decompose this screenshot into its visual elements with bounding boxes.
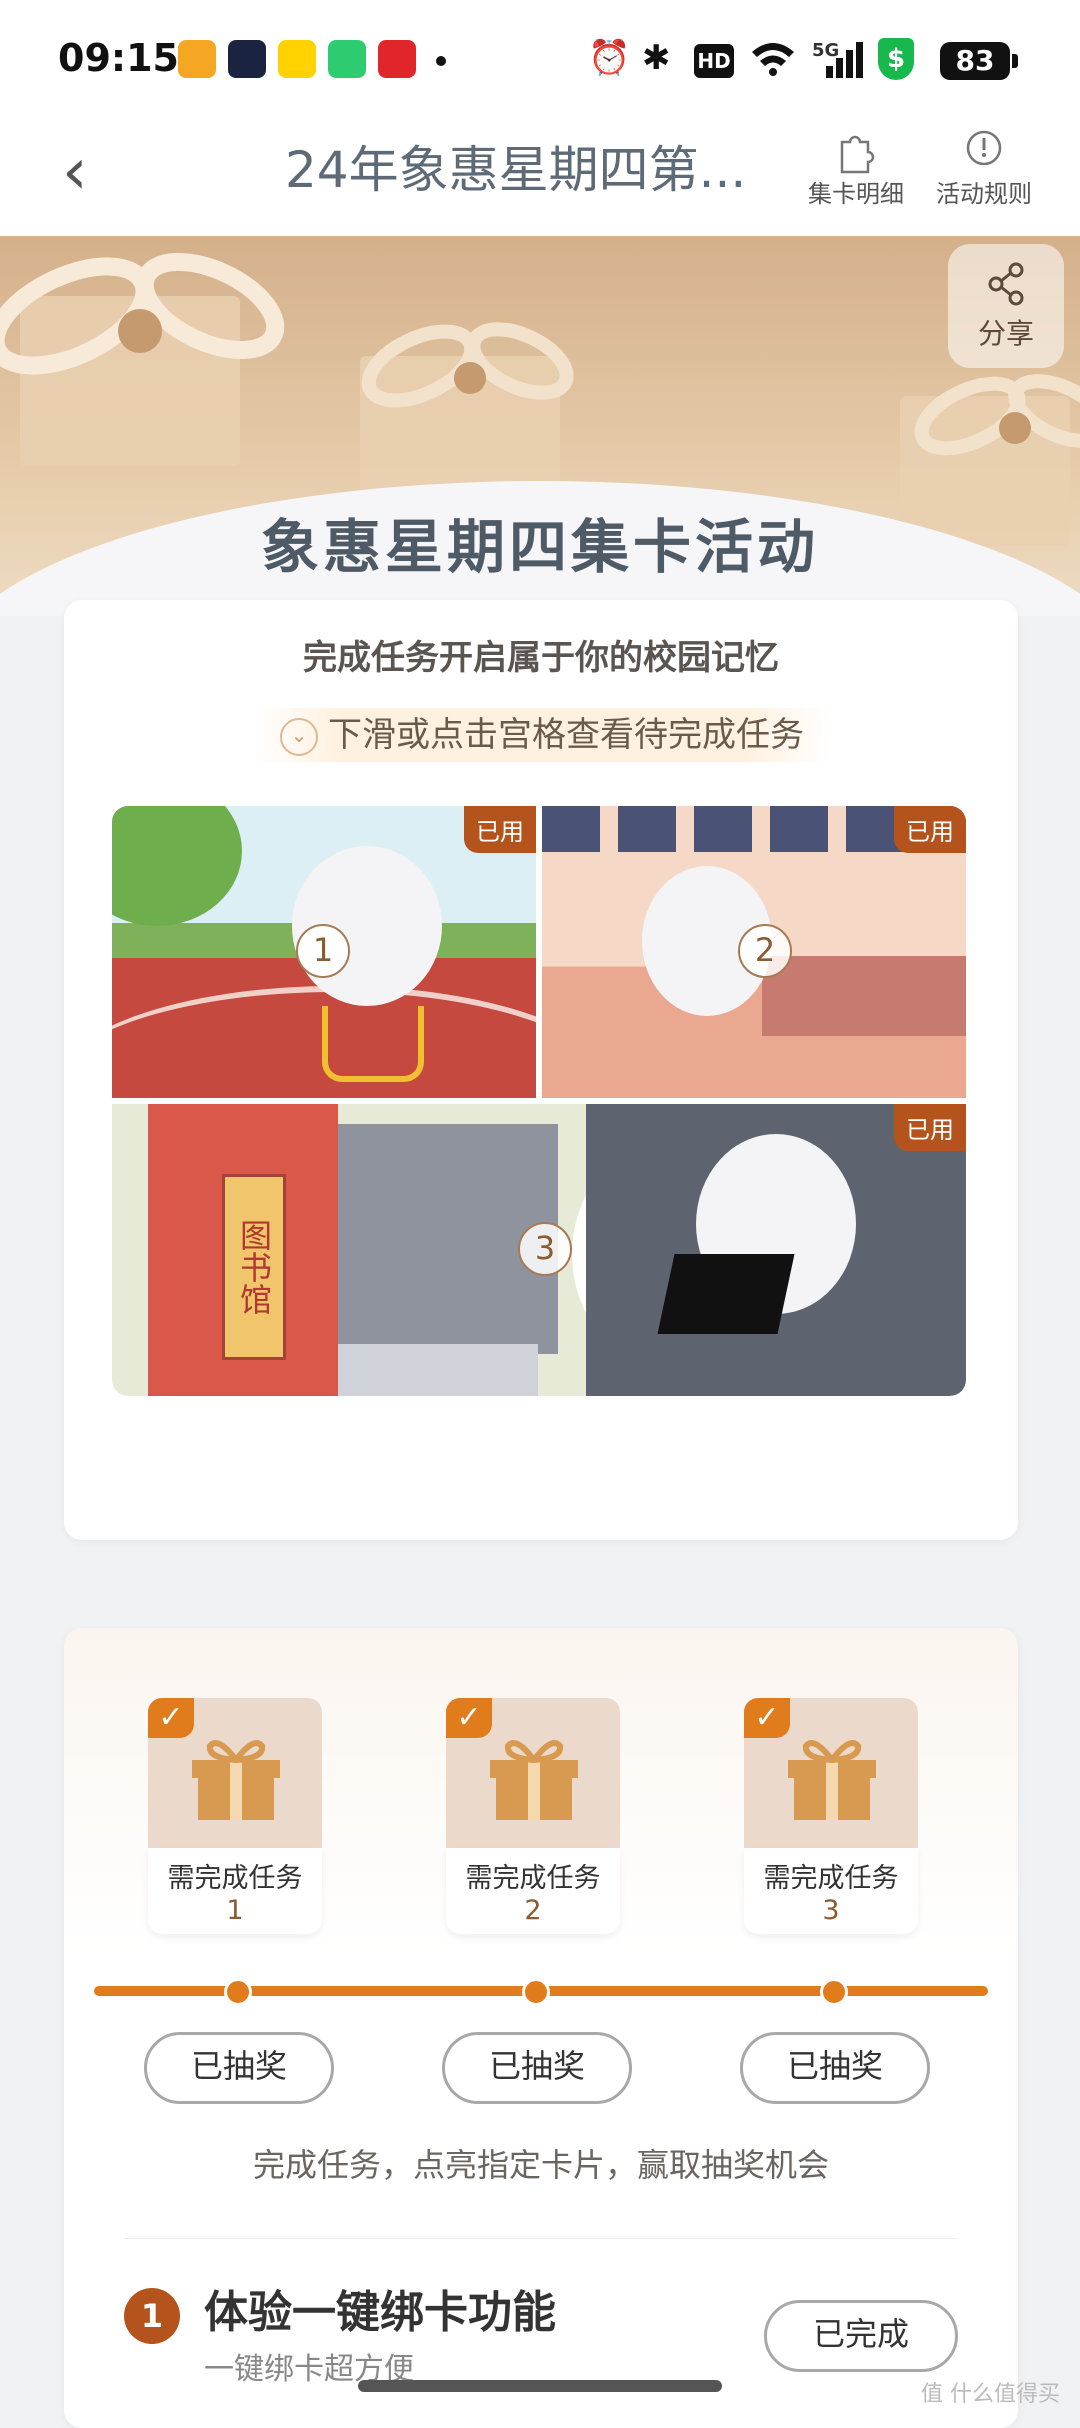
reward-item-2: ✓ 需完成任务 2 (446, 1698, 620, 1934)
hd-icon: HD (694, 44, 734, 78)
reward-item-3: ✓ 需完成任务 3 (744, 1698, 918, 1934)
reward-label: 需完成任务 (167, 1863, 303, 1894)
card-tile-1[interactable]: 1 已用 (112, 806, 536, 1098)
progress-dot (224, 1978, 252, 2006)
reward-label: 需完成任务 (763, 1863, 899, 1894)
app-notification-icon-2 (278, 40, 316, 78)
reward-gift-area: ✓ (446, 1698, 620, 1848)
card-tile-3[interactable]: 图书馆 3 已用 (112, 1104, 966, 1396)
app-notification-icon (178, 40, 216, 78)
scroll-hint: ⌄ 下滑或点击宫格查看待完成任务 (254, 708, 830, 762)
share-label: 分享 (977, 317, 1034, 350)
alarm-icon: ⏰ (588, 38, 631, 78)
progress-dot (522, 1978, 550, 2006)
wifi-icon (750, 38, 796, 87)
rewards-card: ✓ 需完成任务 1 ✓ 需完成任务 2 ✓ 需完成任务 3 已抽奖 已抽奖 已抽… (64, 1628, 1018, 2428)
bank-notification-icon (378, 40, 416, 78)
progress-dot (820, 1978, 848, 2006)
card-subtitle: 完成任务开启属于你的校园记忆 (303, 638, 779, 678)
hero-title: 象惠星期四集卡活动 (260, 513, 819, 581)
reward-label: 需完成任务 (465, 1863, 601, 1894)
rules-label: 活动规则 (936, 180, 1032, 208)
divider (124, 2238, 958, 2239)
drawn-button-2[interactable]: 已抽奖 (442, 2032, 632, 2104)
laptop-decoration (657, 1254, 795, 1334)
card-tile-2[interactable]: 2 已用 (542, 806, 966, 1098)
reward-task-number: 3 (822, 1895, 840, 1926)
used-tag: 已用 (894, 806, 966, 853)
battery-indicator: 83 (940, 42, 1018, 80)
reward-item-1: ✓ 需完成任务 1 (148, 1698, 322, 1934)
rules-button[interactable]: 活动规则 (924, 124, 1044, 209)
steps-decoration (338, 1344, 538, 1396)
page-title: 24年象惠星期四第... (285, 141, 747, 199)
scooter-decoration (322, 1006, 424, 1082)
home-indicator[interactable] (358, 2380, 722, 2392)
status-time: 09:15 (58, 36, 179, 80)
card-detail-button[interactable]: 集卡明细 (796, 124, 916, 209)
task-title: 体验一键绑卡功能 (204, 2287, 556, 2338)
task-number-badge: 1 (124, 2288, 180, 2344)
bow-decoration (914, 374, 1080, 456)
tile-number-3: 3 (518, 1222, 572, 1276)
counter-decoration (762, 956, 966, 1036)
puzzle-icon (840, 135, 875, 174)
checked-icon: ✓ (744, 1698, 790, 1738)
scroll-hint-text: 下滑或点击宫格查看待完成任务 (328, 715, 804, 755)
tile-number-1: 1 (296, 924, 350, 978)
reward-gift-area: ✓ (148, 1698, 322, 1848)
library-sign: 图书馆 (222, 1174, 286, 1360)
checked-icon: ✓ (446, 1698, 492, 1738)
reward-task-number: 1 (226, 1895, 244, 1926)
used-tag: 已用 (464, 806, 536, 853)
reward-caption: 需完成任务 1 (148, 1848, 322, 1934)
drawn-button-1[interactable]: 已抽奖 (144, 2032, 334, 2104)
message-notification-icon (328, 40, 366, 78)
reward-caption: 需完成任务 3 (744, 1848, 918, 1934)
security-shield-icon: $ (878, 38, 914, 80)
double-chevron-down-icon: ⌄ (280, 717, 318, 756)
info-circle-icon (966, 130, 1002, 166)
rewards-hint: 完成任务，点亮指定卡片，赢取抽奖机会 (252, 2146, 829, 2184)
bow-decoration (361, 322, 574, 408)
tree-decoration (112, 806, 242, 926)
used-tag: 已用 (894, 1104, 966, 1151)
gift-icon (192, 1740, 280, 1820)
gift-icon (788, 1740, 876, 1820)
reward-gift-area: ✓ (744, 1698, 918, 1848)
back-chevron-icon[interactable]: ‹ (62, 140, 88, 204)
bow-decoration (0, 252, 285, 375)
watermark: 值 什么值得买 (921, 2382, 1060, 2407)
card-grid: 1 已用 2 已用 图书馆 3 已用 (112, 806, 966, 1396)
drawn-button-3[interactable]: 已抽奖 (740, 2032, 930, 2104)
checked-icon: ✓ (148, 1698, 194, 1738)
bluetooth-icon: ✱ (642, 38, 671, 78)
more-notifications-icon (436, 56, 446, 66)
nav-bar: ‹ 24年象惠星期四第... 集卡明细 活动规则 (0, 120, 1080, 236)
share-button[interactable]: 分享 (948, 244, 1064, 368)
mail-notification-icon (228, 40, 266, 78)
gift-icon (490, 1740, 578, 1820)
card-detail-label: 集卡明细 (808, 180, 904, 208)
reward-task-number: 2 (524, 1895, 542, 1926)
tile-number-2: 2 (738, 924, 792, 978)
status-bar: 09:15 ⏰ ✱ HD 5G $ 83 (0, 0, 1080, 120)
task-completed-button[interactable]: 已完成 (764, 2300, 958, 2372)
reward-caption: 需完成任务 2 (446, 1848, 620, 1934)
share-icon (988, 262, 1024, 306)
collection-card: 完成任务开启属于你的校园记忆 ⌄ 下滑或点击宫格查看待完成任务 1 已用 2 已用… (64, 600, 1018, 1540)
